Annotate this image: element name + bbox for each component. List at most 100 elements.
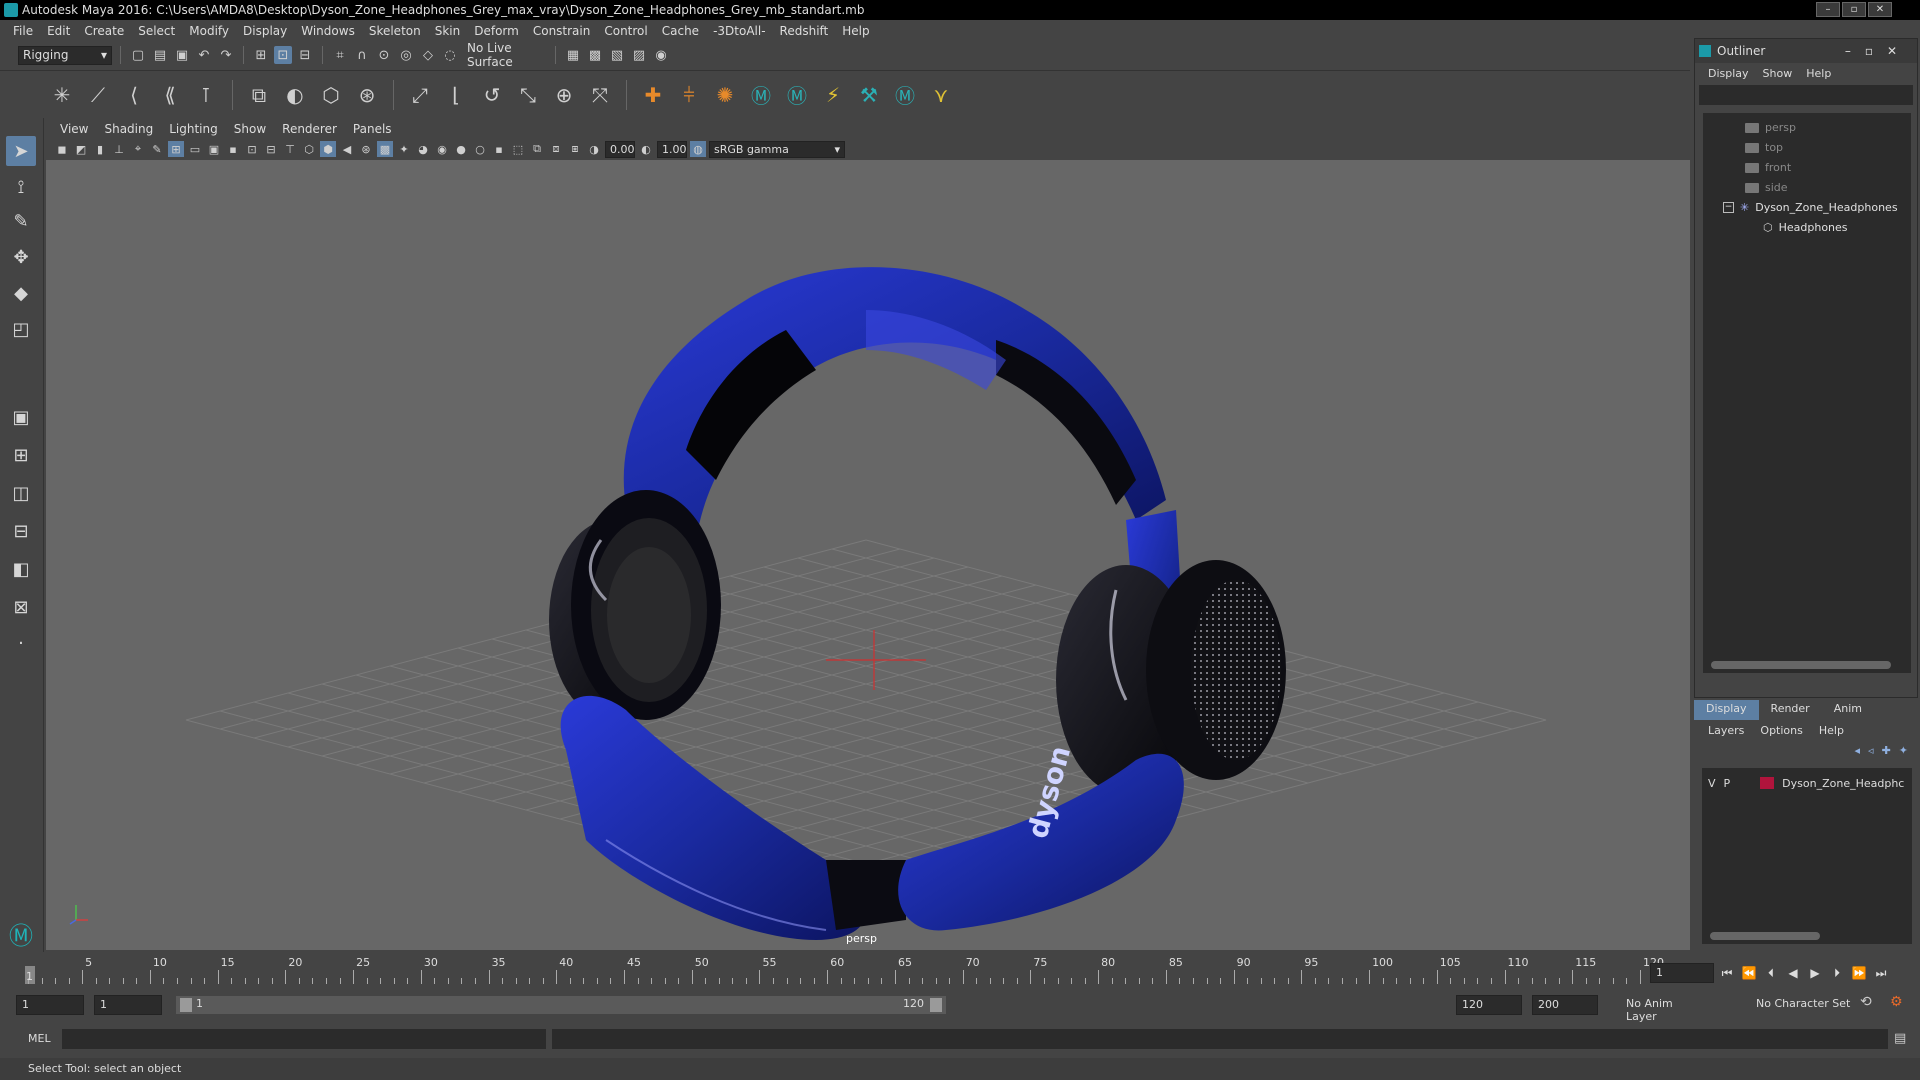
menu-modify[interactable]: Modify: [182, 24, 236, 38]
menu-select[interactable]: Select: [131, 24, 182, 38]
maximize-icon[interactable]: ▫: [1842, 2, 1866, 17]
layout-four-icon[interactable]: ⊞: [6, 440, 36, 470]
snap-curve-icon[interactable]: ∩: [353, 46, 371, 64]
menu-cache[interactable]: Cache: [655, 24, 706, 38]
layer-menu-help[interactable]: Help: [1811, 724, 1852, 737]
snap-point-icon[interactable]: ⊙: [375, 46, 393, 64]
layout-two-icon[interactable]: ◫: [6, 478, 36, 508]
maya-m-icon[interactable]: Ⓜ: [891, 81, 919, 109]
scale-constraint-icon[interactable]: ⤡: [514, 81, 542, 109]
orient-constraint-icon[interactable]: ↺: [478, 81, 506, 109]
go-to-start-icon[interactable]: ⏮: [1718, 964, 1736, 982]
shadows-icon[interactable]: ◕: [415, 141, 431, 157]
camera-attributes-icon[interactable]: ◩: [73, 141, 89, 157]
field-chart-icon[interactable]: ⊡: [244, 141, 260, 157]
new-layer-selected-icon[interactable]: ✦: [1899, 744, 1908, 757]
use-all-lights-icon[interactable]: ✦: [396, 141, 412, 157]
outliner-menu-help[interactable]: Help: [1799, 67, 1838, 80]
tab-render[interactable]: Render: [1759, 700, 1822, 720]
playback-end-field[interactable]: 120: [1456, 995, 1522, 1015]
layer-visibility-toggle[interactable]: V: [1708, 777, 1716, 790]
menu-control[interactable]: Control: [597, 24, 654, 38]
select-component-icon[interactable]: ⊟: [296, 46, 314, 64]
animation-start-field[interactable]: 1: [16, 995, 84, 1015]
step-forward-frame-icon[interactable]: ⏵: [1828, 964, 1846, 982]
collapse-icon[interactable]: −: [1723, 202, 1734, 213]
select-hierarchy-icon[interactable]: ⊞: [252, 46, 270, 64]
ik-handle-icon[interactable]: ⟋: [84, 81, 112, 109]
menu-skeleton[interactable]: Skeleton: [362, 24, 428, 38]
parent-constraint-icon[interactable]: ⊕: [550, 81, 578, 109]
color-space-dropdown[interactable]: sRGB gamma ▾: [709, 140, 845, 158]
panel-menu-shading[interactable]: Shading: [96, 122, 161, 136]
outliner-horizontal-scrollbar[interactable]: [1711, 661, 1891, 669]
render-settings-icon[interactable]: ▧: [608, 46, 626, 64]
maya-logo-alt-icon[interactable]: Ⓜ: [783, 81, 811, 109]
menu-file[interactable]: File: [6, 24, 40, 38]
auto-key-icon[interactable]: ⟲: [1860, 994, 1872, 1010]
cmd-language-label[interactable]: MEL: [28, 1032, 51, 1045]
outliner-item-top[interactable]: top: [1745, 141, 1783, 154]
outliner-window-controls[interactable]: –▫✕: [1845, 44, 1911, 58]
paint-select-icon[interactable]: ✎: [6, 206, 36, 236]
step-forward-key-icon[interactable]: ⏩: [1850, 964, 1868, 982]
command-input[interactable]: [62, 1029, 546, 1049]
move-layer-up-icon[interactable]: ◂: [1855, 744, 1861, 757]
lasso-tool-icon[interactable]: ⟟: [6, 172, 36, 202]
menu-windows[interactable]: Windows: [294, 24, 362, 38]
joint-tool-icon[interactable]: ✳: [48, 81, 76, 109]
panel-menu-renderer[interactable]: Renderer: [274, 122, 345, 136]
motion-blur-icon[interactable]: ●: [453, 141, 469, 157]
anim-prefs-icon[interactable]: ⚙: [1890, 994, 1903, 1010]
maya-logo-icon[interactable]: Ⓜ: [747, 81, 775, 109]
save-scene-icon[interactable]: ▣: [173, 46, 191, 64]
range-slider[interactable]: 1 120: [176, 996, 946, 1014]
depth-of-field-icon[interactable]: ▪: [491, 141, 507, 157]
scale-tool-icon[interactable]: ◰: [6, 314, 36, 344]
move-layer-down-icon[interactable]: ◃: [1868, 744, 1874, 757]
menu-deform[interactable]: Deform: [467, 24, 526, 38]
go-to-end-icon[interactable]: ⏭: [1872, 964, 1890, 982]
bookmark-icon[interactable]: ▮: [92, 141, 108, 157]
gate-mask-icon[interactable]: ▪: [225, 141, 241, 157]
layer-horizontal-scrollbar[interactable]: [1710, 932, 1820, 940]
ik-spline-icon[interactable]: ⟨: [120, 81, 148, 109]
outliner-search-input[interactable]: [1699, 85, 1913, 105]
star-control-icon[interactable]: ✺: [711, 81, 739, 109]
tab-anim[interactable]: Anim: [1822, 700, 1874, 720]
range-start-handle[interactable]: [180, 998, 192, 1012]
menu-3dtoall[interactable]: -3DtoAll-: [706, 24, 772, 38]
menu-redshift[interactable]: Redshift: [773, 24, 836, 38]
layer-playback-toggle[interactable]: P: [1724, 777, 1731, 790]
lattice-icon[interactable]: ⬡: [317, 81, 345, 109]
script-icon[interactable]: ⚡: [819, 81, 847, 109]
gamma-field[interactable]: 1.00: [657, 140, 687, 158]
outliner-menu-show[interactable]: Show: [1756, 67, 1800, 80]
play-backward-icon[interactable]: ◀: [1784, 964, 1802, 982]
step-back-key-icon[interactable]: ⏪: [1740, 964, 1758, 982]
layout-single-icon[interactable]: ▣: [6, 402, 36, 432]
safe-action-icon[interactable]: ⊟: [263, 141, 279, 157]
menu-skin[interactable]: Skin: [428, 24, 468, 38]
2d-pan-zoom-icon[interactable]: ⌖: [130, 141, 146, 157]
panel-menu-lighting[interactable]: Lighting: [161, 122, 226, 136]
grease-pencil-icon[interactable]: ✎: [149, 141, 165, 157]
undo-icon[interactable]: ↶: [195, 46, 213, 64]
smooth-shade-icon[interactable]: ⬢: [320, 141, 336, 157]
default-lighting-icon[interactable]: ◀: [339, 141, 355, 157]
outliner-item-group[interactable]: − ✳ Dyson_Zone_Headphones: [1723, 201, 1898, 214]
layout-outliner-icon[interactable]: ⊟: [6, 516, 36, 546]
exposure-field[interactable]: 0.00: [605, 140, 635, 158]
grid-icon[interactable]: ⊞: [168, 141, 184, 157]
menu-help[interactable]: Help: [835, 24, 876, 38]
panel-menu-show[interactable]: Show: [226, 122, 274, 136]
outliner-item-headphones[interactable]: ⬡ Headphones: [1763, 221, 1848, 234]
aim-constraint-icon[interactable]: ⌊: [442, 81, 470, 109]
exposure-icon[interactable]: ◑: [586, 141, 602, 157]
snap-grid-icon[interactable]: ⌗: [331, 46, 349, 64]
image-plane-icon[interactable]: ⊥: [111, 141, 127, 157]
new-layer-icon[interactable]: ✚: [1882, 744, 1891, 757]
menu-constrain[interactable]: Constrain: [526, 24, 598, 38]
viewport-persp[interactable]: dyson persp: [46, 160, 1690, 950]
tool-icon[interactable]: ⚒: [855, 81, 883, 109]
